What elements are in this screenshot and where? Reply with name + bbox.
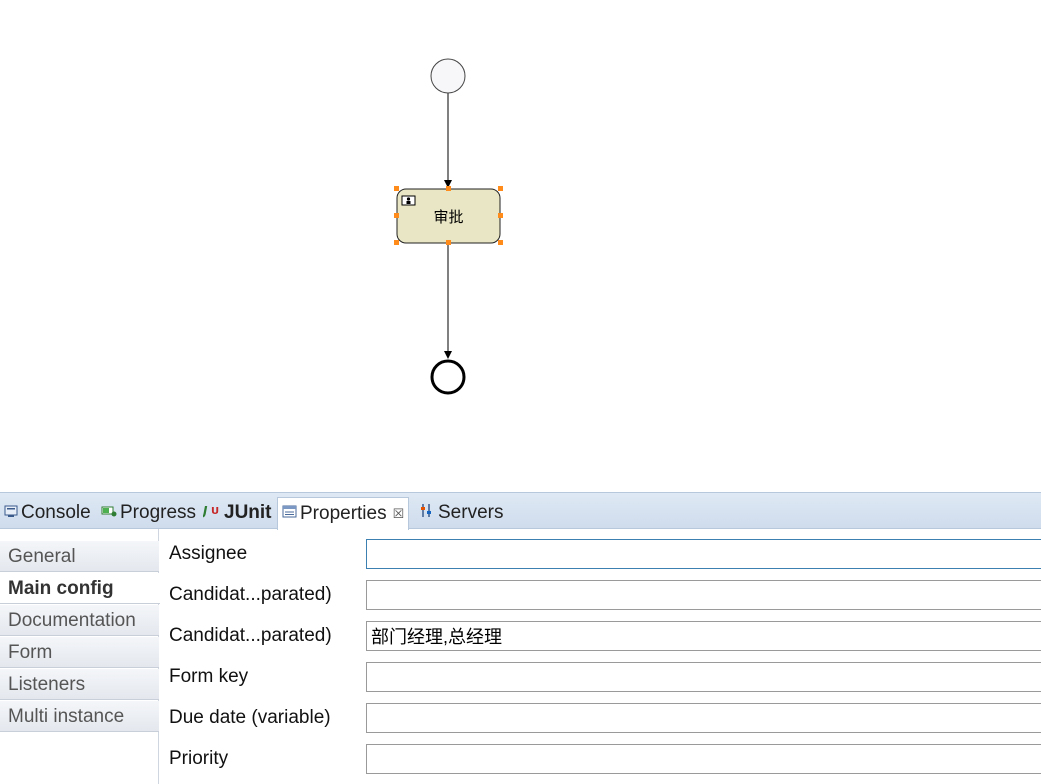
end-event[interactable] [430, 359, 466, 395]
candidate-groups-label: Candidat...parated) [169, 625, 332, 646]
console-icon [4, 502, 18, 524]
views-panel: Console Progress JU JUnit Properties ☒ S… [0, 492, 1041, 784]
candidate-users-label: Candidat...parated) [169, 584, 332, 605]
candidate-groups-field[interactable] [366, 621, 1041, 651]
form-key-field[interactable] [366, 662, 1041, 692]
diagram-canvas[interactable]: 审批 [0, 0, 1041, 490]
form-key-label: Form key [169, 666, 249, 687]
tab-servers[interactable]: Servers [419, 497, 503, 529]
priority-field[interactable] [366, 744, 1041, 774]
tab-progress-label: Progress [120, 502, 197, 523]
side-tab-listeners[interactable]: Listeners [0, 669, 159, 700]
properties-side-tabs: General Main config Documentation Form L… [0, 529, 160, 784]
priority-label: Priority [169, 748, 229, 769]
user-task-icon [401, 195, 416, 206]
svg-text:U: U [211, 506, 219, 517]
tab-junit-label: JUnit [224, 502, 272, 523]
side-tab-multi-instance[interactable]: Multi instance [0, 701, 159, 732]
side-tab-main-config[interactable]: Main config [0, 573, 160, 604]
tab-progress[interactable]: Progress [101, 497, 196, 529]
progress-icon [101, 502, 117, 524]
svg-text:J: J [203, 504, 208, 518]
close-icon[interactable]: ☒ [393, 506, 405, 522]
tab-console[interactable]: Console [4, 497, 91, 529]
side-tab-documentation[interactable]: Documentation [0, 605, 159, 636]
tab-console-label: Console [21, 502, 91, 523]
views-tab-bar: Console Progress JU JUnit Properties ☒ S… [0, 492, 1041, 530]
due-date-field[interactable] [366, 703, 1041, 733]
side-tab-general[interactable]: General [0, 541, 159, 572]
candidate-users-field[interactable] [366, 580, 1041, 610]
start-event[interactable] [430, 58, 466, 94]
assignee-label: Assignee [169, 543, 248, 564]
side-tab-form[interactable]: Form [0, 637, 159, 668]
due-date-label: Due date (variable) [169, 707, 331, 728]
tab-servers-label: Servers [438, 502, 504, 523]
junit-icon: JU [201, 502, 221, 524]
tab-properties[interactable]: Properties ☒ [277, 497, 410, 530]
servers-icon [419, 502, 435, 524]
tab-junit[interactable]: JU JUnit [201, 497, 272, 529]
diagram-svg [394, 58, 503, 395]
properties-icon [282, 503, 297, 525]
tab-properties-label: Properties [300, 503, 387, 524]
assignee-field[interactable] [366, 539, 1041, 569]
